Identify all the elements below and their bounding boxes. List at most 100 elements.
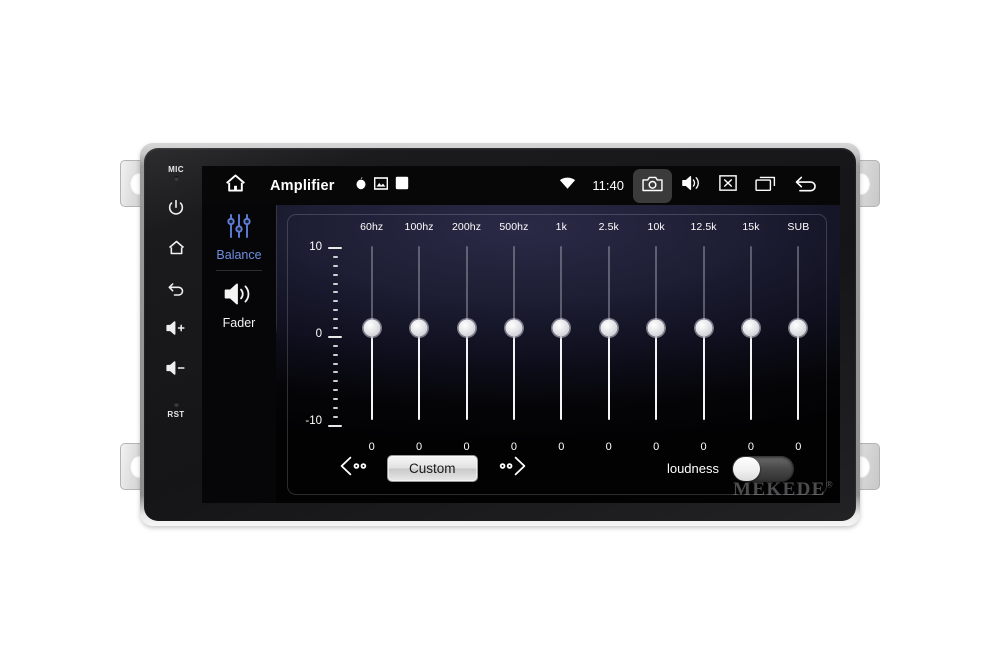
circle-icon xyxy=(355,176,367,195)
tick-minor xyxy=(332,353,338,356)
home-icon xyxy=(223,172,248,200)
slider-knob[interactable] xyxy=(742,319,760,337)
chevron-right-icon xyxy=(496,455,528,482)
square-icon xyxy=(395,176,409,195)
scale-max-label: 10 xyxy=(309,241,322,253)
sidebar-divider xyxy=(216,270,262,271)
slider-knob[interactable] xyxy=(789,319,807,337)
slider-knob[interactable] xyxy=(458,319,476,337)
amplifier-page: Balance Fader 60hz 100hz 200hz 500hz 1k … xyxy=(202,205,840,503)
mode-sidebar: Balance Fader xyxy=(202,205,276,503)
power-button[interactable] xyxy=(156,198,196,218)
slider-track-upper xyxy=(607,246,610,327)
scale-min-label: -10 xyxy=(305,415,322,427)
eq-slider-500hz[interactable]: 0 xyxy=(490,239,537,453)
recent-apps-button[interactable] xyxy=(746,166,785,205)
power-icon xyxy=(166,198,186,218)
slider-track-lower xyxy=(607,327,610,420)
tick-minor xyxy=(332,380,338,383)
tick-minor xyxy=(332,371,338,374)
freq-label: 60hz xyxy=(360,221,384,233)
sidebar-item-fader[interactable]: Fader xyxy=(202,281,276,330)
eq-slider-60hz[interactable]: 0 xyxy=(348,239,395,453)
volume-button[interactable] xyxy=(672,166,710,205)
eq-slider-12-5k[interactable]: 0 xyxy=(680,239,727,453)
eq-slider-1k[interactable]: 0 xyxy=(538,239,585,453)
slider-knob[interactable] xyxy=(695,319,713,337)
tick-minor xyxy=(332,398,338,401)
status-bar-right-group: 11:40 xyxy=(550,166,828,205)
frequency-band-labels: 60hz 100hz 200hz 500hz 1k 2.5k 10k 12.5k… xyxy=(348,221,822,241)
tick-minor xyxy=(332,415,338,418)
tick-minor xyxy=(332,255,338,258)
preset-control-row: Custom loudness xyxy=(288,441,828,496)
home-hardkey[interactable] xyxy=(156,238,196,258)
previous-preset-button[interactable] xyxy=(338,455,370,482)
eq-slider-2-5k[interactable]: 0 xyxy=(585,239,632,453)
loudness-label: loudness xyxy=(666,461,719,476)
slider-track-lower xyxy=(560,327,563,420)
clock: 11:40 xyxy=(592,178,624,193)
slider-track-upper xyxy=(370,246,373,327)
sidebar-item-balance[interactable]: Balance xyxy=(202,213,276,262)
eq-slider-100hz[interactable]: 0 xyxy=(395,239,442,453)
slider-knob[interactable] xyxy=(410,319,428,337)
sidebar-item-label-balance: Balance xyxy=(216,248,262,262)
scale-ticks xyxy=(327,247,343,427)
slider-knob[interactable] xyxy=(505,319,523,337)
slider-knob[interactable] xyxy=(600,319,618,337)
tick-minor xyxy=(332,362,338,365)
volume-icon xyxy=(681,174,701,197)
freq-label: 10k xyxy=(647,221,665,233)
close-button[interactable] xyxy=(710,166,746,205)
slider-track-upper xyxy=(655,246,658,327)
equalizer-panel: 60hz 100hz 200hz 500hz 1k 2.5k 10k 12.5k… xyxy=(287,214,827,495)
eq-slider-200hz[interactable]: 0 xyxy=(443,239,490,453)
slider-track-upper xyxy=(465,246,468,327)
volume-up-icon xyxy=(164,318,188,338)
tick-minor xyxy=(332,291,338,294)
slider-knob[interactable] xyxy=(647,319,665,337)
mic-button[interactable]: MIC xyxy=(156,165,196,181)
tick-minor xyxy=(332,273,338,276)
freq-label: 2.5k xyxy=(598,221,619,233)
statusbar-home-button[interactable] xyxy=(223,172,248,200)
loudness-toggle[interactable] xyxy=(732,455,794,482)
home-icon xyxy=(166,238,187,258)
slider-track-lower xyxy=(418,327,421,420)
back-arrow-icon xyxy=(794,173,819,198)
toggle-knob xyxy=(733,456,760,481)
back-button[interactable] xyxy=(785,166,828,205)
car-head-unit: MIC RST Amplifier 11:40 Balance Fader 60… xyxy=(120,143,880,526)
equalizer-sliders: 0 0 0 0 0 0 0 0 0 0 xyxy=(348,239,822,453)
tick-major xyxy=(328,247,342,249)
back-hardkey[interactable] xyxy=(156,278,196,298)
freq-label: 12.5k xyxy=(690,221,717,233)
next-preset-button[interactable] xyxy=(496,455,528,482)
mic-hole-icon xyxy=(173,176,179,181)
tick-minor xyxy=(332,282,338,285)
freq-label: SUB xyxy=(787,221,810,233)
wifi-icon xyxy=(559,177,576,195)
recent-apps-icon xyxy=(755,175,776,197)
slider-knob[interactable] xyxy=(552,319,570,337)
tick-major xyxy=(328,424,342,427)
close-box-icon xyxy=(719,175,737,196)
volume-up-button[interactable] xyxy=(156,318,196,338)
slider-track-upper xyxy=(560,246,563,327)
freq-label: 500hz xyxy=(499,221,529,233)
gain-scale: 10 0 -10 xyxy=(296,241,350,427)
tick-minor xyxy=(332,309,338,312)
tick-minor xyxy=(332,344,338,347)
slider-knob[interactable] xyxy=(363,319,381,337)
reset-hole-icon xyxy=(173,402,179,407)
reset-button[interactable]: RST xyxy=(156,400,196,419)
reset-label: RST xyxy=(167,410,185,419)
eq-slider-10k[interactable]: 0 xyxy=(632,239,679,453)
preset-button[interactable]: Custom xyxy=(387,455,478,482)
eq-slider-sub[interactable]: 0 xyxy=(775,239,822,453)
volume-down-button[interactable] xyxy=(156,358,196,378)
tick-minor xyxy=(332,264,338,267)
eq-slider-15k[interactable]: 0 xyxy=(727,239,774,453)
screenshot-button[interactable] xyxy=(633,168,672,203)
